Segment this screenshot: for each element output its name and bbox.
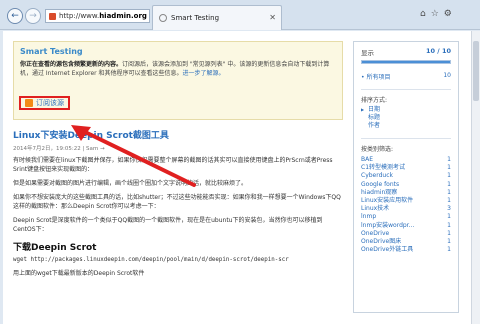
category-count: 1 [447, 156, 451, 163]
gear-icon[interactable]: ⚙ [444, 9, 457, 19]
subscribe-label: 订阅该源 [36, 99, 64, 107]
notice-body-strong: 你正在查看的源包含频繁更新的内容。 [20, 61, 123, 68]
category-name: Linux技术 [361, 205, 390, 213]
divider [361, 89, 451, 90]
feed-properties-panel: 显示 10 / 10 •所有项目 10 排序方式: 日期 标题 作者 按类别筛选… [353, 41, 459, 313]
category-count: 1 [447, 221, 451, 229]
category-name: hiadmin观察 [361, 188, 398, 196]
category-filter-item[interactable]: lnmp安装wordpr... 1 [361, 222, 451, 230]
address-bar[interactable]: http://www.hiadmin.org [45, 9, 150, 23]
site-favicon-icon [49, 13, 56, 20]
category-name: BAE [361, 156, 374, 163]
sort-label: 排序方式: [361, 97, 388, 104]
display-label: 显示 [361, 49, 374, 57]
display-row: 显示 10 / 10 [361, 47, 451, 57]
category-name: Linux安装应用软件 [361, 197, 414, 205]
category-filter-item[interactable]: Linux安装应用软件 1 [361, 197, 451, 205]
home-icon[interactable]: ⌂ [420, 9, 431, 19]
filter-label: 按类别筛选: [361, 146, 394, 153]
feed-notice-box: Smart Testing 你正在查看的源包含频繁更新的内容。订阅源后，该源会添… [13, 41, 343, 120]
category-count: 1 [447, 213, 451, 221]
display-progress-bar [361, 60, 451, 64]
category-filter-item[interactable]: Google fonts 1 [361, 181, 451, 189]
all-items-count: 10 [443, 72, 451, 79]
browser-toolbar: ← → http://www.hiadmin.org Smart Testing… [0, 0, 480, 30]
all-items-label: 所有项目 [366, 74, 391, 81]
category-filter-item[interactable]: OneDrive 1 [361, 230, 451, 238]
scrollbar-thumb[interactable] [473, 41, 479, 101]
favorites-star-icon[interactable]: ☆ [431, 9, 444, 19]
toolbar-icons: ⌂☆⚙ [420, 9, 457, 19]
all-items-link[interactable]: • 所有项目 10 [361, 72, 451, 81]
notice-title: Smart Testing [20, 47, 83, 56]
address-url: http://www.hiadmin.org [59, 12, 147, 20]
category-name: Google fonts [361, 180, 400, 188]
category-count: 1 [447, 180, 451, 188]
category-filter-item[interactable]: Linux技术 3 [361, 205, 451, 213]
post-paragraph-4: Deepin Scrot是深度软件的一个类似于QQ截图的一个截图软件，现在是在u… [13, 217, 323, 233]
close-tab-icon[interactable]: ✕ [269, 13, 276, 22]
post-paragraph-3: 如果你不想安装庞大的这些截图工具的话，比如shutter；不过这些功能能否实现：… [13, 194, 341, 210]
category-count: 1 [447, 197, 451, 205]
category-count: 1 [447, 229, 451, 237]
annotation-arrow-icon [71, 125, 196, 187]
post-section-heading: 下载Deepin Scrot [13, 243, 97, 253]
notice-body: 你正在查看的源包含频繁更新的内容。订阅源后，该源会添加到 "常见源列表" 中。该… [20, 60, 336, 78]
learn-more-link[interactable]: 进一步了解源。 [183, 70, 225, 77]
tab-title: Smart Testing [171, 14, 220, 22]
bullet-icon: • [361, 74, 365, 81]
category-count: 1 [447, 238, 451, 246]
category-name: lnmp [361, 213, 377, 221]
category-filter-item[interactable]: hiadmin观察 1 [361, 189, 451, 197]
category-name: OneDrive [361, 229, 390, 237]
subscribe-star-icon [25, 99, 33, 107]
sort-options: 日期 标题 作者 [361, 106, 451, 130]
category-filter-list: BAE 1 C1转型模测考试 1 Cyberduck 1 Google fonts 1 … [361, 156, 451, 254]
page-viewport: Smart Testing 你正在查看的源包含频繁更新的内容。订阅源后，该源会添… [3, 31, 471, 324]
post-code-line: wget http://packages.linuxdeepin.com/dee… [13, 257, 289, 263]
category-count: 1 [447, 164, 451, 172]
category-name: C1转型模测考试 [361, 164, 406, 172]
subscribe-feed-button[interactable]: 订阅该源 [19, 96, 70, 110]
page-scrollbar[interactable] [471, 31, 480, 324]
category-filter-item[interactable]: OneDrive外链工具 1 [361, 246, 451, 254]
sort-option-title[interactable]: 标题 [361, 114, 451, 122]
category-name: Cyberduck [361, 172, 393, 180]
category-name: OneDrive图床 [361, 238, 402, 246]
back-button[interactable]: ← [7, 8, 23, 24]
divider [361, 138, 451, 139]
post-paragraph-5: 用上面的wget下载最新版本的Deepin Scrot软件 [13, 270, 145, 277]
category-count: 1 [447, 188, 451, 196]
display-progress-fill [362, 61, 450, 63]
sort-option-date[interactable]: 日期 [361, 106, 451, 114]
category-count: 1 [447, 172, 451, 180]
category-filter-item[interactable]: C1转型模测考试 1 [361, 164, 451, 172]
display-count: 10 / 10 [426, 47, 451, 55]
category-count: 3 [447, 205, 451, 213]
category-name: lnmp安装wordpr... [361, 221, 415, 229]
forward-button[interactable]: → [25, 8, 41, 24]
sort-option-author[interactable]: 作者 [361, 122, 451, 130]
category-name: OneDrive外链工具 [361, 246, 414, 254]
category-filter-item[interactable]: OneDrive图床 1 [361, 238, 451, 246]
category-count: 1 [447, 246, 451, 254]
feed-tab-icon [159, 14, 167, 22]
category-filter-item[interactable]: Cyberduck 1 [361, 172, 451, 180]
tab-smart-testing[interactable]: Smart Testing ✕ [152, 5, 282, 30]
category-filter-item[interactable]: lnmp 1 [361, 213, 451, 221]
category-filter-item[interactable]: BAE 1 [361, 156, 451, 164]
